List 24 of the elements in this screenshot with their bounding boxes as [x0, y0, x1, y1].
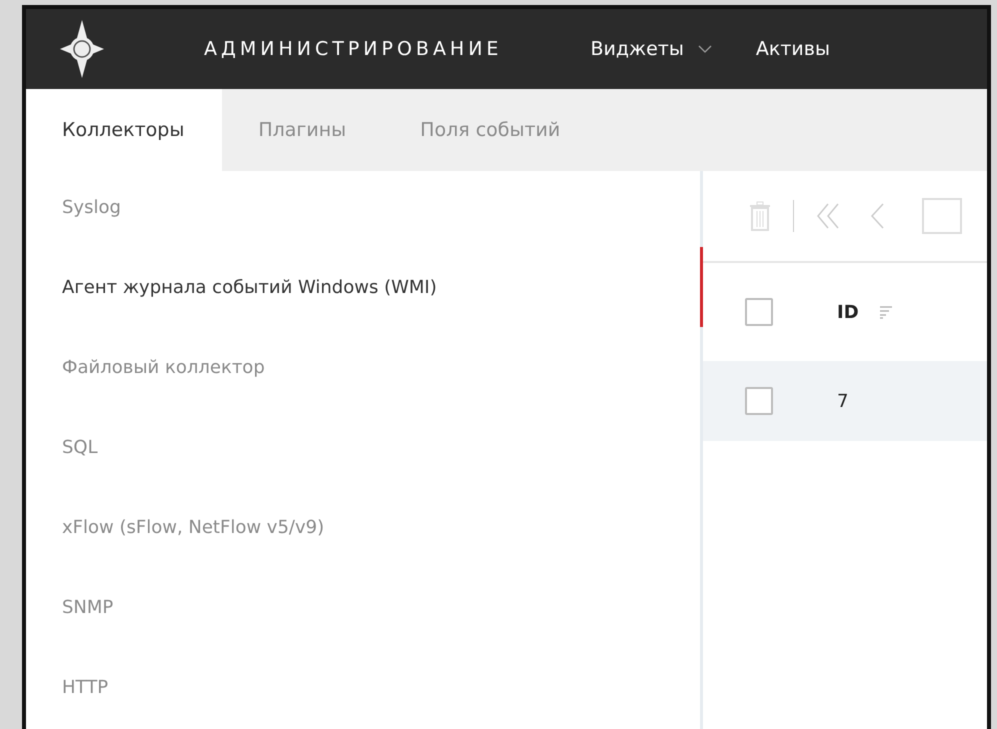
collector-item[interactable]: SQL — [26, 427, 98, 469]
collector-item[interactable]: SNMP — [26, 587, 114, 629]
section-title: АДМИНИСТРИРОВАНИЕ — [204, 36, 502, 62]
collector-item[interactable]: HTTP — [26, 667, 108, 709]
tab[interactable]: Коллекторы — [26, 89, 222, 171]
menu-link[interactable]: Активы — [756, 34, 830, 64]
page-field[interactable] — [922, 198, 962, 234]
table-cell-text: 7 — [837, 390, 848, 414]
checkbox[interactable] — [745, 387, 773, 415]
collector-item[interactable]: Syslog — [26, 187, 121, 229]
checkbox[interactable] — [745, 298, 773, 326]
tab[interactable]: Плагины — [222, 89, 384, 171]
compass-logo[interactable] — [60, 20, 104, 78]
sort-icon[interactable] — [878, 305, 893, 319]
first-page-icon[interactable] — [816, 203, 840, 229]
previous-page-icon[interactable] — [870, 203, 884, 229]
trash-icon[interactable] — [749, 201, 771, 231]
tab[interactable]: Поля событий — [384, 89, 598, 171]
menu-link[interactable]: Виджеты — [590, 34, 684, 64]
column-header[interactable]: ID — [837, 298, 859, 326]
chevron-down-icon[interactable] — [698, 45, 712, 53]
collector-item[interactable]: Файловый коллектор — [26, 347, 265, 389]
collector-item[interactable]: xFlow (sFlow, NetFlow v5/v9) — [26, 507, 324, 549]
collector-item[interactable]: Агент журнала событий Windows (WMI) — [26, 267, 437, 309]
